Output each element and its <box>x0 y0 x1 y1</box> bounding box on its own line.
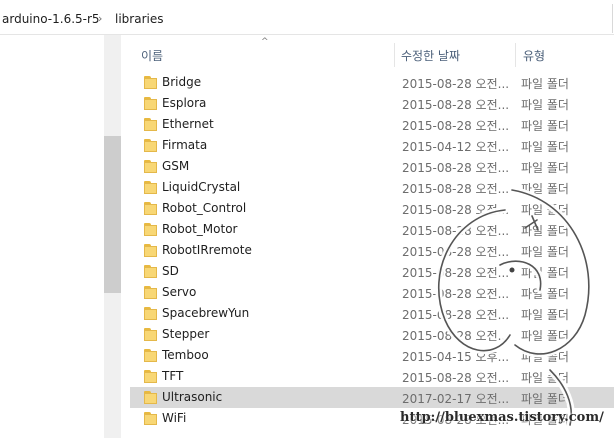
file-type: 파일 폴더 <box>521 350 569 364</box>
sort-ascending-icon: ^ <box>261 37 269 47</box>
folder-icon <box>144 76 157 89</box>
file-type: 파일 폴더 <box>521 392 569 406</box>
file-name: RobotIRremote <box>162 243 252 257</box>
file-type: 파일 폴더 <box>521 329 569 343</box>
file-row[interactable]: RobotIRremote 2015-08-28 오전... 파일 폴더 <box>130 240 614 261</box>
folder-icon <box>144 391 157 404</box>
file-date: 2017-02-17 오전... <box>402 392 510 406</box>
column-header-date[interactable]: 수정한 날짜 <box>401 47 460 64</box>
file-type: 파일 폴더 <box>521 287 569 301</box>
file-row[interactable]: Esplora 2015-08-28 오전... 파일 폴더 <box>130 93 614 114</box>
file-name: Esplora <box>162 96 207 110</box>
address-bar-divider <box>612 4 613 33</box>
file-row[interactable]: Robot_Control 2015-08-28 오전... 파일 폴더 <box>130 198 614 219</box>
folder-icon <box>144 139 157 152</box>
file-type: 파일 폴더 <box>521 308 569 322</box>
file-type: 파일 폴더 <box>521 119 569 133</box>
file-name: Robot_Motor <box>162 222 238 236</box>
watermark-url: http://bluexmas.tistory.com/ <box>400 410 604 425</box>
column-header-name[interactable]: 이름 <box>141 47 163 64</box>
file-row[interactable]: Temboo 2015-04-15 오후... 파일 폴더 <box>130 345 614 366</box>
breadcrumb-separator-icon[interactable]: › <box>98 12 102 25</box>
file-row[interactable]: Robot_Motor 2015-08-28 오전... 파일 폴더 <box>130 219 614 240</box>
file-date: 2015-08-28 오전... <box>402 266 510 280</box>
file-date: 2015-08-28 오전... <box>402 77 510 91</box>
address-bar[interactable]: arduino-1.6.5-r5 › libraries <box>0 0 614 35</box>
file-name: Ethernet <box>162 117 214 131</box>
file-date: 2015-08-28 오전... <box>402 224 510 238</box>
file-date: 2015-08-28 오전... <box>402 119 510 133</box>
file-type: 파일 폴더 <box>521 77 569 91</box>
file-date: 2015-08-28 오전... <box>402 308 510 322</box>
file-date: 2015-08-28 오전... <box>402 182 510 196</box>
file-row[interactable]: SpacebrewYun 2015-08-28 오전... 파일 폴더 <box>130 303 614 324</box>
file-date: 2015-08-28 오전... <box>402 329 510 343</box>
file-type: 파일 폴더 <box>521 203 569 217</box>
folder-icon <box>144 160 157 173</box>
folder-icon <box>144 307 157 320</box>
file-type: 파일 폴더 <box>521 98 569 112</box>
file-type: 파일 폴더 <box>521 182 569 196</box>
folder-icon <box>144 265 157 278</box>
folder-icon <box>144 412 157 425</box>
file-name: Temboo <box>162 348 209 362</box>
file-type: 파일 폴더 <box>521 245 569 259</box>
file-row[interactable]: Ethernet 2015-08-28 오전... 파일 폴더 <box>130 114 614 135</box>
folder-icon <box>144 328 157 341</box>
file-date: 2015-08-28 오전... <box>402 287 510 301</box>
file-name: Ultrasonic <box>162 390 223 404</box>
breadcrumb-current[interactable]: libraries <box>115 12 163 26</box>
navigation-pane[interactable] <box>0 35 104 438</box>
file-type: 파일 폴더 <box>521 140 569 154</box>
folder-icon <box>144 349 157 362</box>
file-name: Robot_Control <box>162 201 247 215</box>
folder-icon <box>144 118 157 131</box>
breadcrumb-parent[interactable]: arduino-1.6.5-r5 <box>2 12 100 26</box>
file-row[interactable]: Bridge 2015-08-28 오전... 파일 폴더 <box>130 72 614 93</box>
file-date: 2015-04-15 오후... <box>402 350 510 364</box>
file-name: SD <box>162 264 179 278</box>
file-row[interactable]: Firmata 2015-04-12 오전... 파일 폴더 <box>130 135 614 156</box>
file-name: GSM <box>162 159 190 173</box>
column-divider[interactable] <box>394 43 395 67</box>
folder-icon <box>144 97 157 110</box>
file-row[interactable]: Servo 2015-08-28 오전... 파일 폴더 <box>130 282 614 303</box>
file-name: Stepper <box>162 327 210 341</box>
file-name: TFT <box>162 369 184 383</box>
folder-icon <box>144 370 157 383</box>
folder-icon <box>144 202 157 215</box>
navigation-pane-scroll-thumb[interactable] <box>104 136 121 293</box>
file-name: SpacebrewYun <box>162 306 250 320</box>
file-type: 파일 폴더 <box>521 161 569 175</box>
file-date: 2015-04-12 오전... <box>402 140 510 154</box>
column-header-type[interactable]: 유형 <box>523 47 545 64</box>
file-row[interactable]: TFT 2015-08-28 오전... 파일 폴더 <box>130 366 614 387</box>
file-name: Firmata <box>162 138 208 152</box>
file-name: LiquidCrystal <box>162 180 241 194</box>
column-header-bar: ^ 이름 수정한 날짜 유형 <box>121 35 614 69</box>
folder-icon <box>144 181 157 194</box>
file-name: Bridge <box>162 75 202 89</box>
file-date: 2015-08-28 오전... <box>402 245 510 259</box>
file-row-selected[interactable]: Ultrasonic 2017-02-17 오전... 파일 폴더 <box>130 387 614 408</box>
folder-icon <box>144 223 157 236</box>
file-date: 2015-08-28 오전... <box>402 203 510 217</box>
file-row[interactable]: SD 2015-08-28 오전... 파일 폴더 <box>130 261 614 282</box>
file-row[interactable]: Stepper 2015-08-28 오전... 파일 폴더 <box>130 324 614 345</box>
file-row[interactable]: LiquidCrystal 2015-08-28 오전... 파일 폴더 <box>130 177 614 198</box>
file-date: 2015-08-28 오전... <box>402 371 510 385</box>
folder-icon <box>144 244 157 257</box>
column-divider[interactable] <box>515 43 516 67</box>
file-type: 파일 폴더 <box>521 371 569 385</box>
file-date: 2015-08-28 오전... <box>402 161 510 175</box>
file-date: 2015-08-28 오전... <box>402 98 510 112</box>
file-type: 파일 폴더 <box>521 224 569 238</box>
file-name: Servo <box>162 285 197 299</box>
file-type: 파일 폴더 <box>521 266 569 280</box>
folder-icon <box>144 286 157 299</box>
file-name: WiFi <box>162 411 187 425</box>
file-row[interactable]: GSM 2015-08-28 오전... 파일 폴더 <box>130 156 614 177</box>
